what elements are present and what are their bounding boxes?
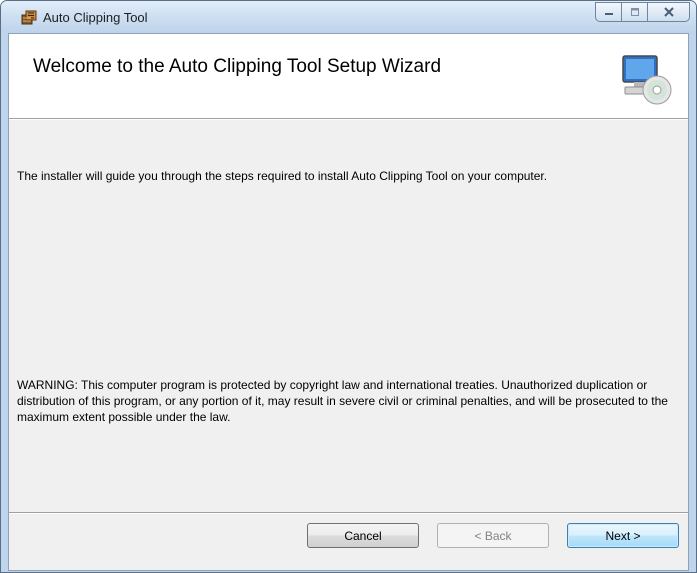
cancel-button[interactable]: Cancel xyxy=(307,523,419,548)
minimize-button[interactable] xyxy=(595,2,622,22)
banner-title: Welcome to the Auto Clipping Tool Setup … xyxy=(33,56,442,77)
copyright-warning-text: WARNING: This computer program is protec… xyxy=(17,378,668,424)
banner-divider xyxy=(9,118,688,120)
wizard-banner: Welcome to the Auto Clipping Tool Setup … xyxy=(9,34,688,118)
maximize-icon xyxy=(630,8,639,16)
back-button[interactable]: < Back xyxy=(437,523,549,548)
title-bar[interactable]: Auto Clipping Tool xyxy=(1,1,696,33)
next-button[interactable]: Next > xyxy=(567,523,679,548)
wizard-client-area: Welcome to the Auto Clipping Tool Setup … xyxy=(8,33,689,571)
close-button[interactable] xyxy=(647,2,690,22)
minimize-icon xyxy=(604,13,613,15)
window-title: Auto Clipping Tool xyxy=(43,10,148,25)
button-area-divider xyxy=(9,512,688,514)
installer-box-icon xyxy=(21,9,37,25)
installer-window: Auto Clipping Tool Welcome to the Auto C… xyxy=(0,0,697,573)
intro-text: The installer will guide you through the… xyxy=(17,169,548,183)
computer-cd-icon xyxy=(621,54,673,106)
caption-buttons xyxy=(595,2,690,22)
maximize-button[interactable] xyxy=(622,2,647,22)
close-icon xyxy=(663,7,674,17)
